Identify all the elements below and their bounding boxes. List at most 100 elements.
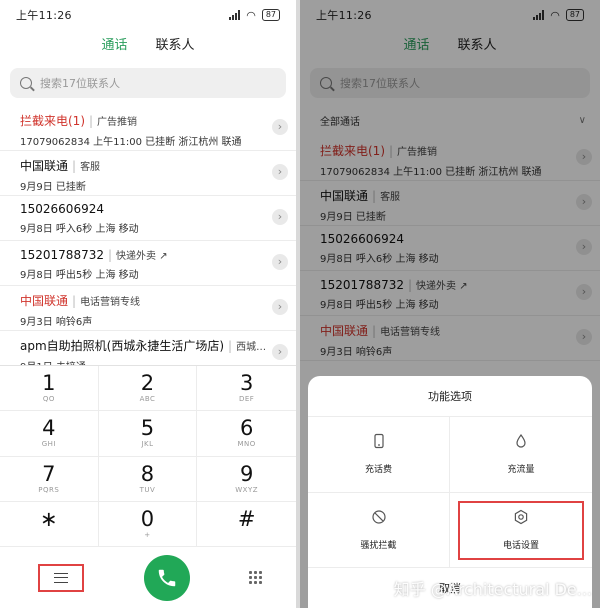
option-label: 骚扰拦截: [360, 540, 397, 551]
status-bar: 上午11:26 ◠ 87: [0, 0, 296, 30]
dial-key[interactable]: 9 WXYZ: [197, 457, 296, 502]
wifi-icon: ◠: [246, 8, 256, 22]
chevron-right-icon[interactable]: ›: [272, 119, 288, 135]
key-digit: 1: [42, 371, 56, 396]
bottom-bar: [0, 547, 296, 608]
gear-icon: [513, 509, 529, 528]
options-sheet: 功能选项 充话费 充流量 骚扰拦截 电话设置 取消: [308, 376, 592, 608]
call-row[interactable]: 拦截来电(1) | 广告推销 17079062834 上午11:00 已挂断 浙江杭州…: [0, 106, 296, 151]
status-icons: ◠ 87: [229, 9, 280, 22]
call-row[interactable]: 中国联通 | 电话营销专线 9月3日 响铃6声 ›: [0, 286, 296, 331]
dial-key[interactable]: ∗: [0, 501, 99, 547]
call-detail: 9月8日 呼出5秒 上海 移动: [20, 270, 139, 281]
dial-key[interactable]: 3 DEF: [197, 366, 296, 412]
options-screen: 上午11:26 ◠ 87 通话 联系人 搜索17位联系人 全部通话 ∨ 拦截来电…: [300, 0, 600, 608]
dial-key[interactable]: #: [197, 502, 296, 547]
option-drop[interactable]: 充流量: [450, 417, 592, 493]
call-title: 15026606924: [20, 202, 266, 216]
key-letters: PQRS: [38, 485, 60, 494]
key-digit: #: [237, 506, 256, 531]
sheet-title: 功能选项: [428, 390, 472, 403]
option-block[interactable]: 骚扰拦截: [308, 492, 450, 568]
key-digit: 0: [140, 506, 155, 531]
chevron-right-icon[interactable]: ›: [272, 344, 288, 360]
tab-contacts[interactable]: 联系人: [156, 34, 195, 60]
dial-key[interactable]: 8 TUV: [98, 456, 198, 502]
watermark: 知乎 @Architectural De...: [393, 580, 592, 599]
key-letters: ABC: [139, 395, 156, 404]
caller-name: 拦截来电(1): [20, 114, 85, 128]
caller-tag: 广告推销: [97, 117, 138, 128]
chevron-right-icon[interactable]: ›: [272, 254, 288, 270]
key-letters: MNO: [237, 440, 256, 449]
chevron-right-icon[interactable]: ›: [272, 299, 288, 315]
menu-button[interactable]: [38, 563, 84, 592]
key-digit: 6: [239, 416, 254, 441]
dial-key[interactable]: 7 PQRS: [0, 456, 99, 502]
key-digit: 5: [140, 416, 155, 441]
key-letters: GHI: [41, 440, 56, 449]
search-icon: [20, 77, 32, 89]
call-list: 拦截来电(1) | 广告推销 17079062834 上午11:00 已挂断 浙江杭州…: [0, 106, 296, 376]
dialpad: 1 QO 2 ABC 3 DEF 4 GHI 5 JKL 6 MNO 7 PQRS 8 TUV 9 WXYZ ∗ 0 +…: [0, 365, 296, 547]
key-letters: TUV: [139, 485, 156, 494]
search-input[interactable]: 搜索17位联系人: [10, 68, 286, 98]
separator: |: [72, 294, 77, 308]
call-title: 中国联通 | 电话营销专线: [20, 292, 266, 309]
call-detail: 9月3日 响铃6声: [20, 317, 93, 328]
call-row[interactable]: 中国联通 | 客服 9月9日 已挂断 ›: [0, 151, 296, 196]
menu-icon: [54, 572, 68, 583]
key-digit: 9: [239, 461, 254, 486]
signal-icon: [229, 10, 241, 20]
dial-key[interactable]: 5 JKL: [98, 411, 198, 457]
caller-tag: 电话营销专线: [80, 297, 141, 308]
caller-name: 15026606924: [20, 202, 104, 216]
dial-key[interactable]: 2 ABC: [98, 366, 198, 412]
drop-icon: [513, 433, 529, 452]
phone-icon: [371, 433, 387, 452]
option-label: 充流量: [507, 465, 535, 476]
dialpad-toggle-icon[interactable]: [249, 571, 262, 584]
separator: |: [107, 248, 113, 262]
key-digit: 3: [239, 371, 254, 396]
key-digit: 7: [42, 461, 56, 486]
key-digit: 2: [140, 371, 155, 396]
chevron-right-icon[interactable]: ›: [272, 209, 288, 225]
key-digit: 4: [42, 416, 56, 441]
dialer-screen: 上午11:26 ◠ 87 通话 联系人 搜索17位联系人 拦截来电(1) | 广告推…: [0, 0, 296, 608]
dial-key[interactable]: 6 MNO: [197, 411, 296, 457]
caller-name: 中国联通: [20, 294, 69, 308]
search-placeholder: 搜索17位联系人: [40, 77, 120, 90]
phone-icon: [158, 569, 175, 586]
separator: |: [72, 159, 77, 173]
call-row[interactable]: 15201788732 | 快递外卖 ↗ 9月8日 呼出5秒 上海 移动 ›: [0, 241, 296, 286]
option-label: 充话费: [364, 465, 392, 476]
chevron-right-icon[interactable]: ›: [272, 164, 288, 180]
call-detail: 9月8日 呼入6秒 上海 移动: [20, 224, 139, 235]
option-gear[interactable]: 电话设置: [450, 493, 592, 568]
call-button[interactable]: [143, 554, 190, 601]
call-title: 中国联通 | 客服: [20, 157, 266, 174]
options-grid: 充话费 充流量骚扰拦截 电话设置: [308, 416, 592, 568]
key-letters: DEF: [238, 395, 255, 404]
option-phone[interactable]: 充话费: [308, 417, 450, 493]
call-row[interactable]: 15026606924 9月8日 呼入6秒 上海 移动 ›: [0, 196, 296, 241]
caller-name: 中国联通: [20, 159, 69, 173]
tab-bar: 通话 联系人: [0, 34, 296, 60]
key-digit: 8: [140, 461, 155, 486]
separator: |: [228, 339, 233, 353]
key-digit: ∗: [40, 506, 58, 531]
battery-icon: 87: [261, 9, 280, 21]
dial-key[interactable]: 0 +: [98, 501, 198, 547]
status-time: 上午11:26: [16, 9, 72, 22]
caller-tag: 客服: [80, 162, 101, 173]
option-label: 电话设置: [502, 540, 539, 551]
call-title: apm自助拍照机(西城永捷生活广场店) | 西城…: [20, 337, 266, 354]
dial-key[interactable]: 1 QO: [0, 366, 99, 412]
dial-key[interactable]: 4 GHI: [0, 411, 99, 457]
call-title: 15201788732 | 快递外卖 ↗: [20, 247, 266, 262]
call-detail: 9月9日 已挂断: [20, 182, 86, 193]
call-title: 拦截来电(1) | 广告推销: [20, 112, 266, 129]
key-letters: WXYZ: [235, 485, 259, 494]
tab-calls[interactable]: 通话: [101, 34, 127, 60]
